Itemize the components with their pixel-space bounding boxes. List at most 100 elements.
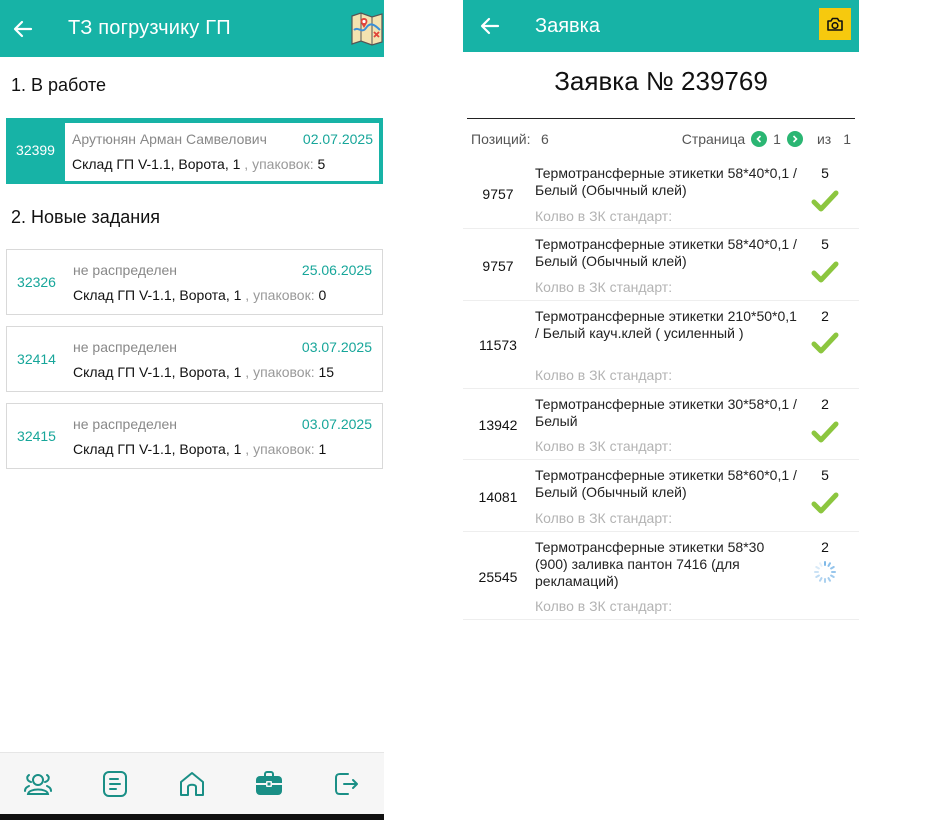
pagination: Страница 1 из 1 [682, 131, 851, 147]
arrow-left-icon [480, 17, 500, 35]
positions-count: 6 [541, 131, 549, 147]
task-card[interactable]: 32415 не распределен 03.07.2025 Склад ГП… [6, 403, 383, 469]
prev-page-button[interactable] [751, 131, 768, 147]
task-date: 02.07.2025 [302, 131, 373, 147]
packs-label: , упаковок: [245, 287, 315, 303]
task-location: Склад ГП V-1.1, Ворота, 1 , упаковок: 0 [73, 287, 326, 303]
camera-button[interactable] [819, 8, 851, 40]
check-icon [811, 492, 839, 514]
item-std-label: Колво в ЗК стандарт: [535, 510, 673, 526]
list-item[interactable]: 9757 Термотрансферные этикетки 58*40*0,1… [463, 158, 859, 229]
chevron-right-icon [792, 135, 798, 143]
camera-icon [827, 17, 843, 31]
item-code: 25545 [478, 569, 518, 585]
item-name: Термотрансферные этикетки 58*60*0,1 / Бе… [535, 467, 797, 500]
item-qty: 5 [821, 236, 829, 252]
task-date: 03.07.2025 [301, 339, 372, 355]
section-new-tasks-title: 2. Новые задания [11, 207, 161, 227]
item-code: 9757 [482, 186, 514, 202]
page-current: 1 [773, 131, 781, 147]
back-button[interactable] [463, 0, 517, 52]
home-icon [179, 771, 204, 796]
item-code: 11573 [479, 337, 517, 353]
app-bar: ТЗ погрузчику ГП [0, 0, 384, 57]
arrow-left-icon [13, 20, 33, 37]
order-detail-screen: Заявка Заявка № 239769 Позиций: 6 Страни… [463, 0, 859, 640]
packs-label: , упаковок: [245, 364, 315, 380]
task-assignee: не распределен [73, 416, 178, 432]
packs-value: 0 [318, 287, 327, 303]
item-qty: 2 [821, 308, 829, 324]
list-item[interactable]: 9757 Термотрансферные этикетки 58*40*0,1… [463, 229, 859, 301]
loading-spinner-icon [814, 561, 836, 583]
task-assignee: Арутюнян Арман Самвелович [72, 131, 267, 147]
logout-icon [334, 772, 358, 795]
chevron-left-icon [756, 135, 762, 143]
page-of-label: из [816, 131, 832, 147]
task-list-screen: ТЗ погрузчику ГП 1. В работе 32399 Арутю… [0, 0, 384, 820]
task-location: Склад ГП V-1.1, Ворота, 1 , упаковок: 1 [73, 441, 326, 457]
task-assignee: не распределен [73, 339, 178, 355]
briefcase-icon [255, 770, 282, 795]
task-id: 32326 [17, 274, 56, 290]
item-name: Термотрансферные этикетки 58*40*0,1 / Бе… [535, 236, 797, 269]
location-text: Склад ГП V-1.1, Ворота, 1 [73, 364, 242, 380]
map-button[interactable] [350, 10, 384, 46]
nav-documents-button[interactable] [95, 764, 135, 804]
list-item[interactable]: 25545 Термотрансферные этикетки 58*30 (9… [463, 532, 859, 620]
page-label: Страница [681, 131, 746, 147]
packs-value: 5 [317, 156, 326, 172]
check-icon [811, 261, 839, 283]
page-total: 1 [843, 131, 851, 147]
item-code: 13942 [478, 417, 518, 433]
back-button[interactable] [0, 0, 46, 57]
location-text: Склад ГП V-1.1, Ворота, 1 [72, 156, 241, 172]
section-in-work-title: 1. В работе [11, 75, 107, 95]
item-std-label: Колво в ЗК стандарт: [535, 598, 673, 614]
positions-label: Позиций: [471, 131, 531, 147]
location-text: Склад ГП V-1.1, Ворота, 1 [73, 441, 242, 457]
nav-logout-button[interactable] [326, 764, 366, 804]
item-qty: 5 [821, 467, 829, 483]
item-std-label: Колво в ЗК стандарт: [535, 208, 673, 224]
app-bar: Заявка [463, 0, 859, 52]
item-code: 14081 [478, 489, 518, 505]
packs-label: , упаковок: [244, 156, 314, 172]
list-item[interactable]: 14081 Термотрансферные этикетки 58*60*0,… [463, 460, 859, 532]
active-task-card[interactable]: 32399 Арутюнян Арман Самвелович 02.07.20… [6, 118, 383, 184]
nav-tasks-button[interactable] [249, 764, 289, 804]
map-icon [351, 12, 383, 46]
location-text: Склад ГП V-1.1, Ворота, 1 [73, 287, 242, 303]
check-icon [811, 332, 839, 354]
item-name: Термотрансферные этикетки 210*50*0,1 / Б… [535, 308, 797, 341]
order-meta: Позиций: 6 Страница 1 из 1 [471, 131, 851, 149]
order-items-list: 9757 Термотрансферные этикетки 58*40*0,1… [463, 158, 859, 620]
bottom-navigation [0, 752, 384, 814]
task-card[interactable]: 32326 не распределен 25.06.2025 Склад ГП… [6, 249, 383, 315]
nav-home-button[interactable] [172, 764, 212, 804]
check-icon [811, 190, 839, 212]
item-code: 9757 [482, 258, 514, 274]
task-location: Склад ГП V-1.1, Ворота, 1 , упаковок: 5 [72, 156, 325, 172]
users-icon [24, 773, 53, 795]
task-date: 25.06.2025 [301, 262, 372, 278]
nav-users-button[interactable] [18, 764, 58, 804]
item-qty: 2 [821, 396, 829, 412]
task-id: 32414 [17, 351, 56, 367]
page-title: Заявка [535, 14, 600, 37]
item-std-label: Колво в ЗК стандарт: [535, 279, 673, 295]
task-id: 32399 [16, 142, 55, 158]
task-card[interactable]: 32414 не распределен 03.07.2025 Склад ГП… [6, 326, 383, 392]
next-page-button[interactable] [786, 131, 803, 147]
item-std-label: Колво в ЗК стандарт: [535, 438, 673, 454]
document-icon [103, 770, 128, 797]
packs-label: , упаковок: [245, 441, 315, 457]
list-item[interactable]: 11573 Термотрансферные этикетки 210*50*0… [463, 301, 859, 389]
page-title: ТЗ погрузчику ГП [68, 17, 231, 39]
item-qty: 2 [821, 539, 829, 555]
task-location: Склад ГП V-1.1, Ворота, 1 , упаковок: 15 [73, 364, 334, 380]
system-navigation-bar [0, 814, 384, 820]
task-assignee: не распределен [73, 262, 178, 278]
list-item[interactable]: 13942 Термотрансферные этикетки 30*58*0,… [463, 389, 859, 460]
task-date: 03.07.2025 [301, 416, 372, 432]
